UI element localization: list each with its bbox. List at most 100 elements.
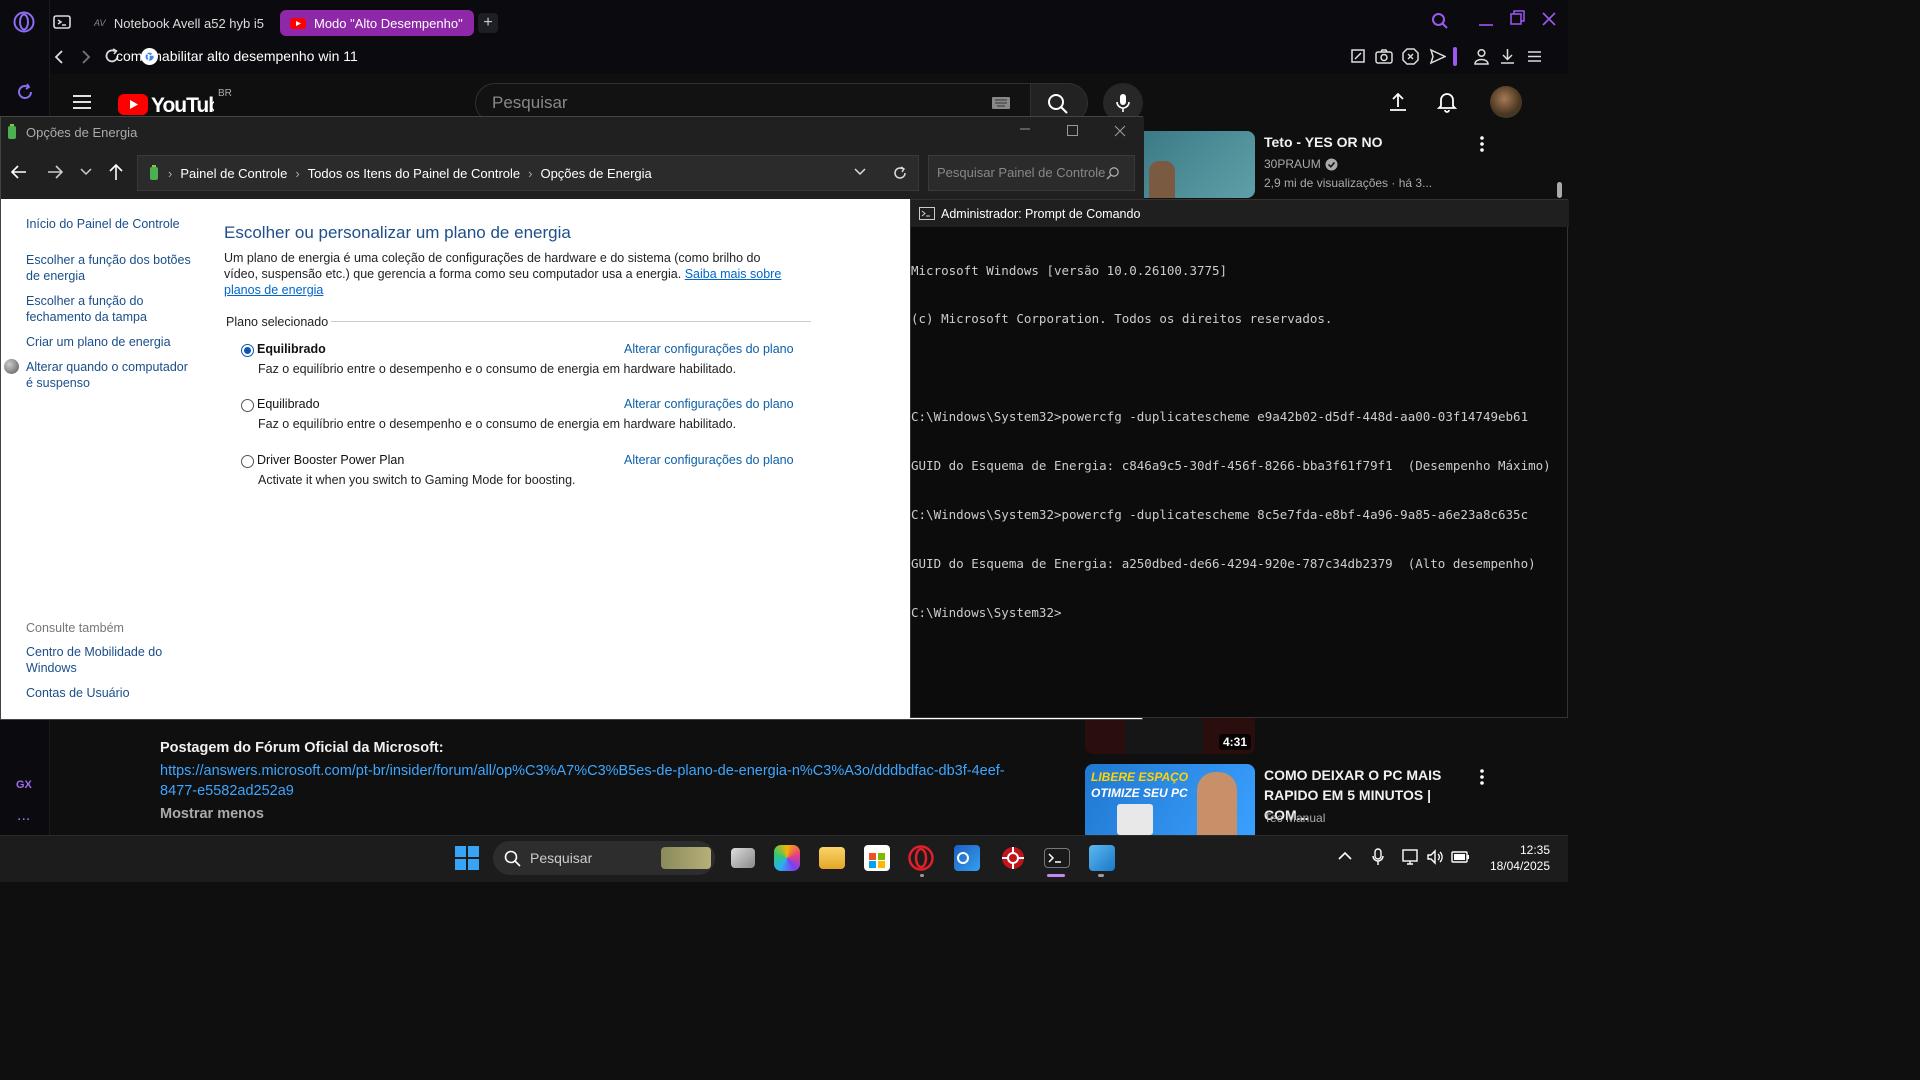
date: 18/04/2025: [1489, 859, 1550, 873]
forward-icon[interactable]: [46, 164, 64, 180]
terminal-icon[interactable]: [1044, 848, 1070, 868]
clock[interactable]: 12:35 18/04/2025: [1474, 842, 1550, 874]
more-options-icon[interactable]: [1476, 134, 1488, 154]
minimize-icon[interactable]: [1019, 123, 1031, 135]
notifications-icon[interactable]: [1437, 91, 1457, 113]
up-icon[interactable]: [108, 163, 124, 181]
left-link-inicio[interactable]: Início do Painel de Controle: [26, 216, 180, 232]
plan-settings-link[interactable]: Alterar configurações do plano: [624, 397, 794, 411]
download-icon[interactable]: [1499, 48, 1516, 65]
left-link-mobilidade[interactable]: Centro de Mobilidade do Windows: [26, 644, 176, 676]
network-icon[interactable]: [1402, 848, 1420, 866]
send-icon[interactable]: [1429, 48, 1446, 65]
plan-name[interactable]: Equilibrado: [257, 342, 326, 356]
tab-modo-alto-desempenho[interactable]: Modo "Alto Desempenho": [280, 10, 474, 36]
keyboard-icon[interactable]: [991, 96, 1011, 110]
cmd-icon: [919, 207, 935, 220]
opera-logo-icon[interactable]: [13, 11, 35, 33]
easy-menu-icon[interactable]: [1526, 48, 1543, 65]
left-link-contas[interactable]: Contas de Usuário: [26, 685, 130, 701]
active-indicator: [1047, 874, 1065, 877]
restore-icon[interactable]: [1510, 10, 1526, 26]
cp-search-input[interactable]: Pesquisar Painel de Controle: [928, 155, 1135, 191]
gx-label[interactable]: GX: [16, 779, 32, 791]
post-link[interactable]: https://answers.microsoft.com/pt-br/insi…: [160, 761, 1020, 801]
recent-locations-icon[interactable]: [80, 167, 92, 177]
plan-name[interactable]: Equilibrado: [257, 397, 320, 411]
workspaces-icon[interactable]: [53, 14, 71, 30]
cp-title-bar[interactable]: Opções de Energia: [1, 117, 1144, 147]
plan-name[interactable]: Driver Booster Power Plan: [257, 453, 404, 467]
left-link-fechamento-tampa[interactable]: Escolher a função do fechamento da tampa: [26, 293, 166, 325]
taskbar-search[interactable]: Pesquisar: [493, 841, 715, 875]
new-tab-button[interactable]: +: [478, 13, 498, 33]
forward-icon[interactable]: [77, 48, 95, 66]
power-options-icon: [148, 165, 160, 181]
address-input[interactable]: como habilitar alto desempenho win 11: [116, 48, 358, 64]
breadcrumb-item[interactable]: Todos os Itens do Painel de Controle: [308, 166, 520, 181]
profile-icon[interactable]: [1473, 48, 1490, 65]
volume-icon[interactable]: [1426, 848, 1444, 866]
mic-icon[interactable]: [1372, 848, 1384, 866]
outlook-icon[interactable]: [954, 845, 980, 871]
back-icon[interactable]: [50, 48, 68, 66]
plan-radio-equilibrado-1[interactable]: [241, 344, 254, 357]
close-icon[interactable]: [1541, 11, 1557, 27]
task-view-icon[interactable]: [731, 848, 755, 868]
show-less-button[interactable]: Mostrar menos: [160, 806, 264, 822]
refresh-icon[interactable]: [892, 165, 908, 181]
sidebar-more-icon[interactable]: ...: [17, 808, 30, 824]
youtube-logo-icon[interactable]: YouTube: [118, 92, 214, 116]
cmd-title-bar[interactable]: Administrador: Prompt de Comando: [911, 200, 1569, 227]
easy-setup-icon[interactable]: [1350, 48, 1366, 64]
rec-title[interactable]: Teto - YES OR NO: [1264, 132, 1383, 152]
channel-name[interactable]: Tec Manual: [1264, 809, 1325, 827]
rec-thumbnail[interactable]: 4:31: [1085, 718, 1255, 754]
cmd-output[interactable]: Microsoft Windows [versão 10.0.26100.377…: [911, 230, 1551, 654]
snapshot-icon[interactable]: [1375, 48, 1393, 64]
avatar[interactable]: [1490, 86, 1522, 118]
history-icon[interactable]: [15, 82, 35, 102]
tab-notebook-avell[interactable]: AV Notebook Avell a52 hyb i5: [84, 10, 274, 36]
cmd-title: Administrador: Prompt de Comando: [941, 206, 1141, 221]
thumbnail-inner: [1125, 718, 1203, 754]
scrollbar-thumb[interactable]: [1557, 182, 1562, 198]
opera-gx-icon[interactable]: [908, 845, 934, 871]
command-prompt-window[interactable]: Administrador: Prompt de Comando Microso…: [910, 199, 1569, 718]
store-icon[interactable]: [864, 845, 890, 871]
tab-search-icon[interactable]: [1431, 12, 1449, 30]
maximize-icon[interactable]: [1067, 125, 1078, 136]
plan-radio-equilibrado-2[interactable]: [241, 399, 254, 412]
breadcrumb[interactable]: › Painel de Controle › Todos os Itens do…: [137, 155, 919, 191]
left-link-criar-plano[interactable]: Criar um plano de energia: [26, 334, 171, 350]
menu-icon[interactable]: [72, 94, 92, 110]
close-icon[interactable]: [1114, 125, 1126, 137]
chevron-up-icon[interactable]: [1338, 851, 1352, 861]
left-link-suspensao[interactable]: Alterar quando o computador é suspenso: [26, 359, 196, 391]
minimize-icon[interactable]: [1478, 14, 1494, 28]
battery-icon[interactable]: [1451, 850, 1471, 864]
back-icon[interactable]: [10, 164, 28, 180]
rec-meta: 2,9 mi de visualizações · há 3...: [1264, 176, 1433, 190]
plan-settings-link[interactable]: Alterar configurações do plano: [624, 342, 794, 356]
breadcrumb-item[interactable]: Painel de Controle: [180, 166, 287, 181]
see-also-label: Consulte também: [26, 621, 124, 635]
more-options-icon[interactable]: [1476, 767, 1488, 787]
plan-radio-driver-booster[interactable]: [241, 455, 254, 468]
chevron-down-icon[interactable]: [854, 167, 866, 177]
youtube-favicon-icon: [290, 17, 306, 29]
game-booster-icon[interactable]: [1000, 845, 1026, 871]
breadcrumb-item[interactable]: Opções de Energia: [540, 166, 651, 181]
left-link-botoes-energia[interactable]: Escolher a função dos botões de energia: [26, 252, 196, 284]
upload-icon[interactable]: [1388, 92, 1408, 112]
adblock-icon[interactable]: [1402, 48, 1419, 65]
verified-icon: [1325, 158, 1338, 171]
file-explorer-icon[interactable]: [819, 847, 845, 869]
rec-channel[interactable]: 30PRAUM: [1264, 155, 1338, 173]
copilot-icon[interactable]: [774, 845, 800, 871]
rec-thumbnail[interactable]: LIBERE ESPAÇO OTIMIZE SEU PC: [1085, 764, 1255, 835]
control-panel-icon[interactable]: [1089, 845, 1115, 871]
rec-thumbnail[interactable]: [1141, 131, 1255, 198]
plan-settings-link[interactable]: Alterar configurações do plano: [624, 453, 794, 467]
start-icon[interactable]: [455, 846, 479, 870]
